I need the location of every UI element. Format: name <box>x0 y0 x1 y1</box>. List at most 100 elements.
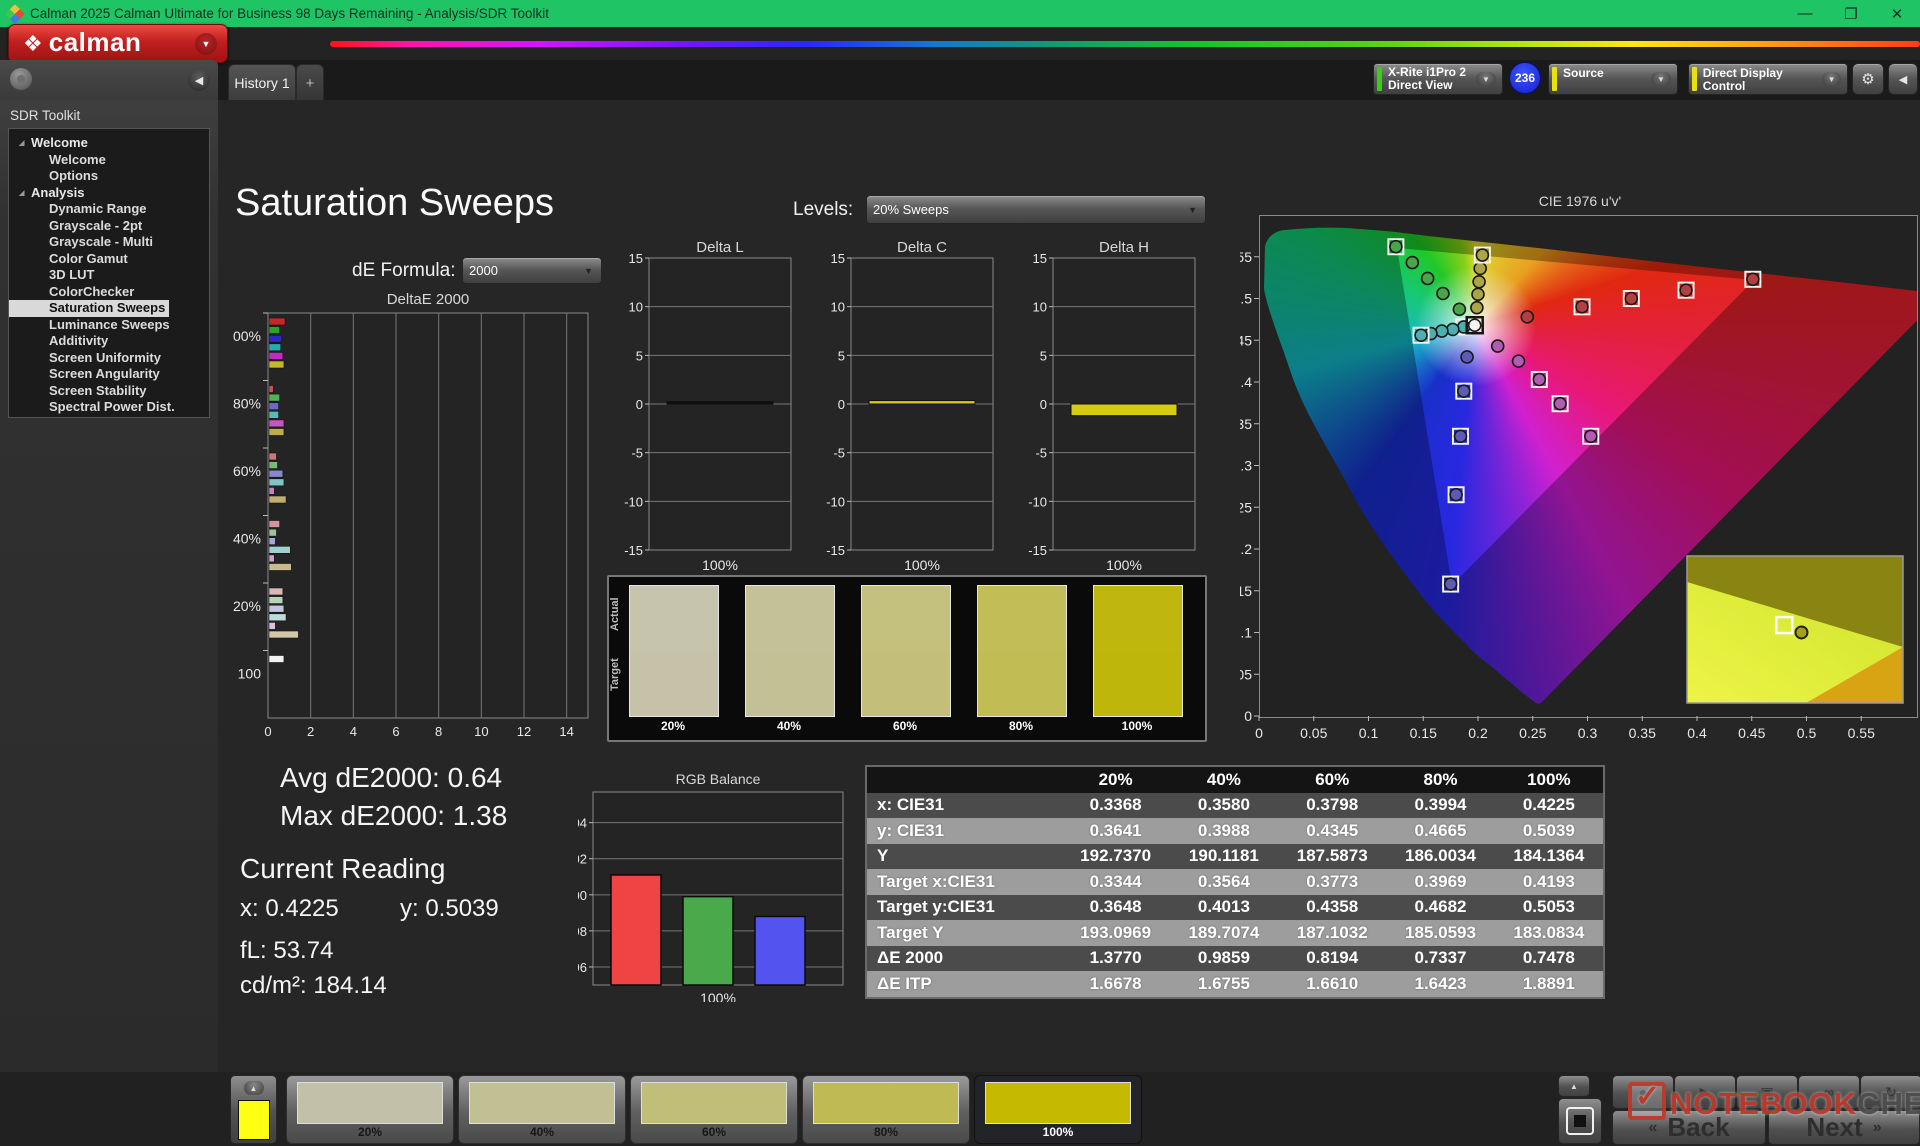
svg-text:DeltaE 2000: DeltaE 2000 <box>387 291 470 308</box>
sidebar-item-spectral-power-dist-[interactable]: Spectral Power Dist. <box>9 399 209 416</box>
svg-text:0.15: 0.15 <box>1240 583 1252 599</box>
sidebar-item-additivity[interactable]: Additivity <box>9 333 209 350</box>
svg-text:0: 0 <box>1244 708 1252 724</box>
svg-text:10: 10 <box>1033 300 1047 315</box>
deltae-bar-80%-2 <box>269 403 279 410</box>
meter-count-button[interactable]: 236 <box>1505 63 1545 93</box>
de-formula-value: 2000 <box>469 264 498 277</box>
sidebar-header: ◀ <box>0 60 218 100</box>
sidebar-item-welcome[interactable]: Welcome <box>9 152 209 169</box>
deltae-bar-100%-1 <box>269 327 280 334</box>
svg-text:Delta H: Delta H <box>1099 240 1149 256</box>
svg-text:0.3: 0.3 <box>1240 458 1252 474</box>
svg-text:0.1: 0.1 <box>1240 625 1252 641</box>
table-row: ΔE ITP1.66781.67551.66101.64231.8891 <box>866 971 1604 998</box>
sidebar-item-3d-lut[interactable]: 3D LUT <box>9 267 209 284</box>
deltae-bar-100%-2 <box>269 335 282 342</box>
table-row: Y192.7370190.1181187.5873186.0034184.136… <box>866 844 1604 870</box>
source-dropdown[interactable]: Source ▼ <box>1548 63 1678 95</box>
svg-text:0.4: 0.4 <box>1687 725 1707 741</box>
notebookcheck-watermark: NOTEBOOKCHECK <box>1628 1082 1920 1122</box>
svg-text:5: 5 <box>1040 348 1047 363</box>
cie-measure-blue-0 <box>1461 351 1473 363</box>
pattern-button-60%[interactable]: 60% <box>630 1075 798 1144</box>
deltae-bar-20%-3 <box>269 614 286 621</box>
settings-gear-button[interactable]: ⚙ <box>1852 63 1884 95</box>
sidebar-item-screen-stability[interactable]: Screen Stability <box>9 383 209 400</box>
minimize-button[interactable]: — <box>1782 5 1828 23</box>
table-row: y: CIE310.36410.39880.43450.46650.5039 <box>866 818 1604 844</box>
sidebar-item-grayscale-multi[interactable]: Grayscale - Multi <box>9 234 209 251</box>
rgb-balance-chart: RGB Balance9698100102104100% <box>578 772 858 1002</box>
sidebar-item-screen-uniformity[interactable]: Screen Uniformity <box>9 350 209 367</box>
sidebar-item-colorchecker[interactable]: ColorChecker <box>9 284 209 301</box>
actual-target-swatch-panel: Actual Target 20%40%60%80%100% <box>607 575 1207 742</box>
levels-dropdown[interactable]: 20% Sweeps ▼ <box>866 195 1206 224</box>
sidebar-item-screen-angularity[interactable]: Screen Angularity <box>9 366 209 383</box>
svg-text:100%: 100% <box>1106 557 1142 573</box>
meter-dropdown[interactable]: X-Rite i1Pro 2 Direct View ▼ <box>1373 63 1503 95</box>
svg-text:0: 0 <box>1255 725 1263 741</box>
stop-pattern-button[interactable] <box>1558 1098 1602 1144</box>
sidebar-collapse-button[interactable]: ◀ <box>188 69 210 91</box>
sidebar: SDR Toolkit WelcomeWelcomeOptionsAnalysi… <box>0 100 218 1072</box>
deltae2000-chart: DeltaE 200002468101214100%80%60%40%20%10… <box>233 288 603 750</box>
cie-measure-magenta-3 <box>1554 398 1566 410</box>
svg-text:2: 2 <box>307 724 314 739</box>
calman-menu-caret-icon[interactable]: ▼ <box>195 33 217 55</box>
deltae-bar-40%-3 <box>269 546 290 553</box>
cie-measure-magenta-4 <box>1585 430 1597 442</box>
svg-text:0.1: 0.1 <box>1359 725 1379 741</box>
nav-collapse-button[interactable]: ▲ <box>1558 1075 1590 1097</box>
pattern-label: 20% <box>287 1125 453 1139</box>
pattern-window-button[interactable]: ▲ <box>230 1075 277 1144</box>
cie-measure-red-0 <box>1521 311 1533 323</box>
chevron-down-icon: ▼ <box>584 266 593 276</box>
table-header: 100% <box>1495 766 1604 793</box>
svg-text:0.2: 0.2 <box>1468 725 1488 741</box>
svg-text:0.35: 0.35 <box>1629 725 1656 741</box>
sidebar-item-saturation-sweeps[interactable]: Saturation Sweeps <box>9 300 169 317</box>
pattern-color-swatch <box>238 1100 270 1140</box>
window-titlebar: Calman 2025 Calman Ultimate for Business… <box>0 0 1920 27</box>
source-label: Source <box>1563 67 1604 80</box>
sidebar-item-analysis[interactable]: Analysis <box>9 185 209 202</box>
tab-history-1[interactable]: History 1 <box>228 64 296 101</box>
cie-measure-cyan-2 <box>1436 325 1448 337</box>
sidebar-item-dynamic-range[interactable]: Dynamic Range <box>9 201 209 218</box>
direct-display-control-dropdown[interactable]: Direct Display Control ▼ <box>1688 63 1848 95</box>
pattern-button-40%[interactable]: 40% <box>458 1075 626 1144</box>
chevron-down-icon: ▼ <box>1188 205 1197 215</box>
table-header: 40% <box>1170 766 1278 793</box>
restore-button[interactable]: ❐ <box>1828 5 1874 23</box>
svg-text:96: 96 <box>578 960 587 975</box>
table-row: ΔE 20001.37700.98590.81940.73370.7478 <box>866 946 1604 972</box>
table-header: 80% <box>1386 766 1494 793</box>
sidebar-item-luminance-sweeps[interactable]: Luminance Sweeps <box>9 317 209 334</box>
pattern-button-80%[interactable]: 80% <box>802 1075 970 1144</box>
add-tab-button[interactable]: + <box>296 64 324 101</box>
svg-text:104: 104 <box>578 816 587 831</box>
sidebar-item-options[interactable]: Options <box>9 168 209 185</box>
current-reading-title: Current Reading <box>240 853 445 885</box>
svg-text:-5: -5 <box>833 446 845 461</box>
cie-measure-green-2 <box>1422 272 1434 284</box>
table-row: x: CIE310.33680.35800.37980.39940.4225 <box>866 793 1604 819</box>
cie-inset-zoom <box>1687 556 1903 703</box>
close-button[interactable]: ✕ <box>1874 5 1920 23</box>
sidebar-item-welcome[interactable]: Welcome <box>9 135 209 152</box>
deltae-bar-60%-3 <box>269 479 284 486</box>
chevron-down-icon: ▼ <box>1822 72 1841 86</box>
calman-logo-button[interactable]: ❖ calman ▼ <box>8 24 228 63</box>
sidebar-item-grayscale-2pt[interactable]: Grayscale - 2pt <box>9 218 209 235</box>
sidebar-item-color-gamut[interactable]: Color Gamut <box>9 251 209 268</box>
pattern-button-100%[interactable]: 100% <box>974 1075 1142 1144</box>
panel-collapse-button[interactable]: ◀ <box>1888 63 1918 95</box>
svg-text:-10: -10 <box>826 494 845 509</box>
svg-text:0.25: 0.25 <box>1519 725 1546 741</box>
de-formula-dropdown[interactable]: 2000 ▼ <box>462 257 602 284</box>
pattern-button-20%[interactable]: 20% <box>286 1075 454 1144</box>
svg-text:15: 15 <box>1033 251 1047 266</box>
current-fl: fL: 53.74 <box>240 937 333 965</box>
workflow-orb-icon[interactable] <box>10 68 32 90</box>
